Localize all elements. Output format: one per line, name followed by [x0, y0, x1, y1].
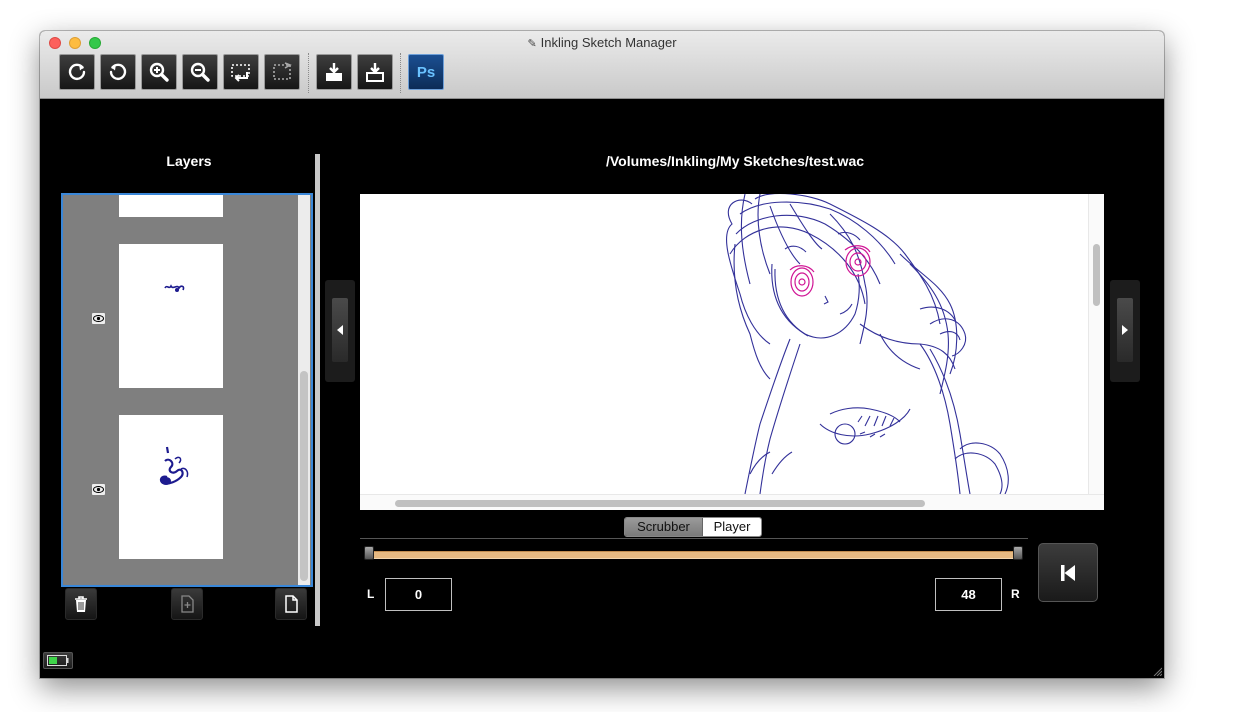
layers-scrollbar[interactable]: [298, 195, 310, 585]
layer-sketch-preview: [159, 446, 189, 485]
canvas-vertical-scrollbar-thumb[interactable]: [1093, 244, 1100, 306]
next-page-button[interactable]: [1110, 280, 1140, 382]
page-icon: [285, 595, 298, 613]
actual-size-icon: [273, 62, 292, 80]
trash-icon: [75, 596, 87, 612]
scrubber-tab[interactable]: Scrubber: [625, 518, 703, 536]
next-page-handle: [1117, 298, 1133, 362]
panel-splitter[interactable]: [315, 154, 320, 626]
photoshop-button[interactable]: Ps: [408, 54, 444, 90]
new-layer-button[interactable]: [171, 588, 203, 620]
document-path: /Volumes/Inkling/My Sketches/test.wac: [605, 153, 865, 169]
zoom-in-icon: [149, 62, 169, 82]
layers-title: Layers: [166, 153, 212, 169]
add-page-icon: [181, 595, 194, 613]
rotate-clockwise-button[interactable]: [59, 54, 95, 90]
sketch-canvas[interactable]: [360, 194, 1104, 510]
title-bar: ✎ Inkling Sketch Manager Ps: [40, 31, 1164, 99]
eye-icon[interactable]: [92, 313, 105, 324]
toolbar-separator: [400, 53, 401, 93]
zoom-out-icon: [190, 62, 210, 82]
layer-sketch-preview: [164, 284, 185, 292]
rewind-to-start-button[interactable]: [1038, 543, 1098, 602]
delete-layer-button[interactable]: [65, 588, 97, 620]
rotate-cw-icon: [68, 63, 86, 81]
right-range-label: R: [1011, 587, 1020, 601]
zoom-in-button[interactable]: [141, 54, 177, 90]
range-slider-track[interactable]: [370, 551, 1018, 559]
right-range-field[interactable]: 48: [935, 578, 1002, 611]
export-file-icon: [366, 63, 384, 82]
battery-icon: [47, 655, 69, 666]
range-slider-right-handle[interactable]: [1013, 546, 1023, 560]
export-image-button[interactable]: [316, 54, 352, 90]
scrubber-divider: [360, 538, 1028, 539]
resize-grip-icon[interactable]: [1152, 666, 1162, 676]
layer-thumbnail[interactable]: [119, 195, 223, 217]
layer-thumbnail[interactable]: [119, 415, 223, 559]
layers-panel[interactable]: [61, 193, 313, 587]
previous-page-button[interactable]: [325, 280, 355, 382]
toolbar-separator: [308, 53, 309, 93]
left-range-label: L: [367, 587, 375, 601]
range-slider-left-handle[interactable]: [364, 546, 374, 560]
battery-indicator: [43, 652, 73, 669]
inkling-pen-icon: ✎: [527, 38, 537, 50]
left-range-field[interactable]: 0: [385, 578, 452, 611]
rotate-counterclockwise-button[interactable]: [100, 54, 136, 90]
canvas-horizontal-scrollbar-thumb[interactable]: [395, 500, 925, 507]
fit-selection-button[interactable]: [223, 54, 259, 90]
app-window: ✎ Inkling Sketch Manager Ps Layers /Volu…: [40, 31, 1164, 678]
rotate-ccw-icon: [109, 63, 127, 81]
arrow-left-icon: [337, 325, 343, 335]
layers-scrollbar-thumb[interactable]: [300, 371, 308, 581]
canvas-horizontal-scrollbar[interactable]: [360, 494, 1104, 510]
player-tab[interactable]: Player: [703, 518, 761, 536]
actual-size-button[interactable]: [264, 54, 300, 90]
window-title: Inkling Sketch Manager: [540, 35, 677, 50]
zoom-out-button[interactable]: [182, 54, 218, 90]
mode-segmented-control: Scrubber Player: [624, 517, 762, 537]
arrow-right-icon: [1122, 325, 1128, 335]
eye-icon[interactable]: [92, 484, 105, 495]
export-file-button[interactable]: [357, 54, 393, 90]
canvas-vertical-scrollbar[interactable]: [1088, 194, 1104, 494]
sketch-drawing: [725, 194, 1009, 494]
layer-thumbnail[interactable]: [119, 244, 223, 388]
fit-selection-icon: [231, 64, 250, 82]
previous-page-handle: [332, 298, 348, 362]
photoshop-icon: Ps: [416, 63, 436, 81]
export-icon: [326, 63, 342, 81]
skip-to-start-icon: [1061, 564, 1075, 581]
window-title-container: ✎ Inkling Sketch Manager: [40, 35, 1164, 50]
duplicate-layer-button[interactable]: [275, 588, 307, 620]
